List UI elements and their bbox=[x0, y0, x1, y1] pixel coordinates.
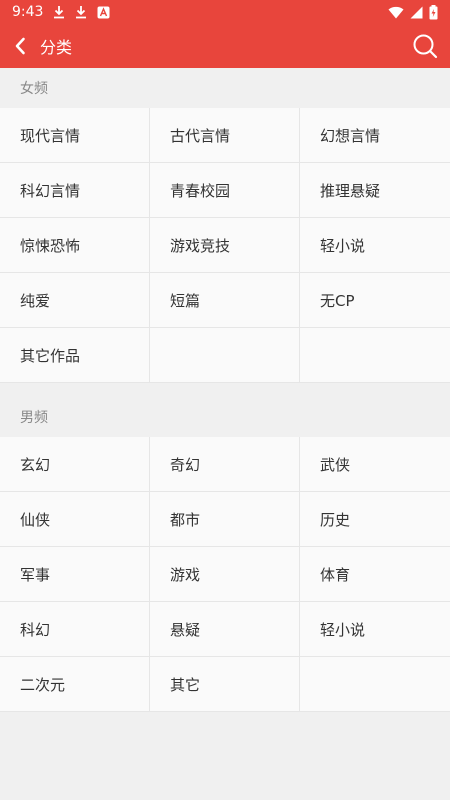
category-item[interactable]: 悬疑 bbox=[150, 602, 300, 657]
wifi-icon bbox=[388, 6, 404, 19]
empty-cell bbox=[300, 328, 450, 383]
category-item[interactable]: 轻小说 bbox=[300, 602, 450, 657]
category-item[interactable]: 现代言情 bbox=[0, 108, 150, 163]
category-grid-male: 玄幻 奇幻 武侠 仙侠 都市 历史 军事 游戏 体育 科幻 悬疑 轻小说 二次元… bbox=[0, 437, 450, 712]
category-item[interactable]: 无CP bbox=[300, 273, 450, 328]
status-bar: 9:43 bbox=[0, 0, 450, 24]
category-item[interactable]: 二次元 bbox=[0, 657, 150, 712]
category-item[interactable]: 科幻 bbox=[0, 602, 150, 657]
section-header-female: 女频 bbox=[0, 68, 450, 108]
category-item[interactable]: 其它 bbox=[150, 657, 300, 712]
category-item[interactable]: 古代言情 bbox=[150, 108, 300, 163]
status-left: 9:43 bbox=[12, 4, 110, 20]
category-item[interactable]: 幻想言情 bbox=[300, 108, 450, 163]
category-item[interactable]: 军事 bbox=[0, 547, 150, 602]
app-notification-icon bbox=[97, 6, 110, 19]
category-item[interactable]: 惊悚恐怖 bbox=[0, 218, 150, 273]
category-item[interactable]: 游戏竞技 bbox=[150, 218, 300, 273]
category-item[interactable]: 奇幻 bbox=[150, 437, 300, 492]
category-item[interactable]: 推理悬疑 bbox=[300, 163, 450, 218]
category-item[interactable]: 历史 bbox=[300, 492, 450, 547]
download-icon bbox=[75, 5, 87, 19]
empty-cell bbox=[300, 657, 450, 712]
battery-icon bbox=[429, 4, 438, 20]
category-item[interactable]: 玄幻 bbox=[0, 437, 150, 492]
category-item[interactable]: 武侠 bbox=[300, 437, 450, 492]
status-time: 9:43 bbox=[12, 4, 44, 20]
category-content: 女频 现代言情 古代言情 幻想言情 科幻言情 青春校园 推理悬疑 惊悚恐怖 游戏… bbox=[0, 68, 450, 712]
category-item[interactable]: 其它作品 bbox=[0, 328, 150, 383]
search-button[interactable] bbox=[400, 24, 450, 68]
category-item[interactable]: 游戏 bbox=[150, 547, 300, 602]
category-item[interactable]: 轻小说 bbox=[300, 218, 450, 273]
search-icon bbox=[412, 33, 438, 59]
chevron-left-icon bbox=[14, 37, 26, 55]
category-item[interactable]: 科幻言情 bbox=[0, 163, 150, 218]
empty-cell bbox=[150, 328, 300, 383]
category-item[interactable]: 纯爱 bbox=[0, 273, 150, 328]
category-item[interactable]: 体育 bbox=[300, 547, 450, 602]
download-icon bbox=[53, 5, 65, 19]
back-button[interactable] bbox=[0, 24, 40, 68]
category-item[interactable]: 仙侠 bbox=[0, 492, 150, 547]
page-title: 分类 bbox=[40, 38, 73, 57]
section-divider bbox=[0, 383, 450, 397]
app-bar: 分类 bbox=[0, 24, 450, 68]
category-item[interactable]: 短篇 bbox=[150, 273, 300, 328]
status-right bbox=[388, 4, 438, 20]
category-item[interactable]: 都市 bbox=[150, 492, 300, 547]
section-header-male: 男频 bbox=[0, 397, 450, 437]
category-grid-female: 现代言情 古代言情 幻想言情 科幻言情 青春校园 推理悬疑 惊悚恐怖 游戏竞技 … bbox=[0, 108, 450, 383]
category-item[interactable]: 青春校园 bbox=[150, 163, 300, 218]
signal-icon bbox=[410, 6, 423, 19]
